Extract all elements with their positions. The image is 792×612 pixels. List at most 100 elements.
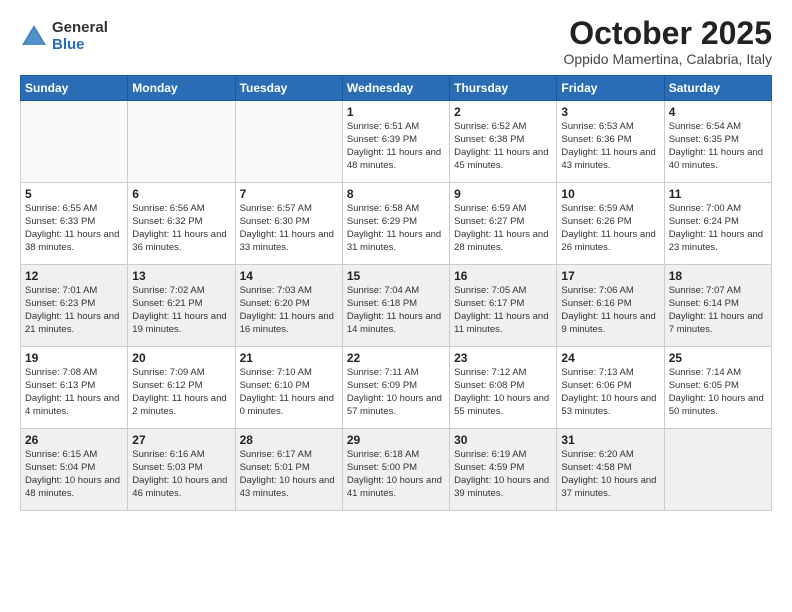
day-number: 28 [240, 433, 338, 447]
header-row: SundayMondayTuesdayWednesdayThursdayFrid… [21, 76, 772, 101]
day-info: Sunrise: 6:56 AM Sunset: 6:32 PM Dayligh… [132, 203, 230, 254]
day-info: Sunrise: 7:01 AM Sunset: 6:23 PM Dayligh… [25, 285, 123, 336]
day-info: Sunrise: 6:57 AM Sunset: 6:30 PM Dayligh… [240, 203, 338, 254]
day-info: Sunrise: 6:54 AM Sunset: 6:35 PM Dayligh… [669, 121, 767, 172]
day-info: Sunrise: 7:13 AM Sunset: 6:06 PM Dayligh… [561, 367, 659, 418]
day-cell: 14 Sunrise: 7:03 AM Sunset: 6:20 PM Dayli… [235, 265, 342, 347]
header-cell-saturday: Saturday [664, 76, 771, 101]
day-number: 26 [25, 433, 123, 447]
day-number: 2 [454, 105, 552, 119]
day-number: 23 [454, 351, 552, 365]
day-cell: 16Sunrise: 7:05 AM Sunset: 6:17 PM Dayli… [450, 265, 557, 347]
day-cell: 30 Sunrise: 6:19 AM Sunset: 4:59 PM Dayli… [450, 429, 557, 511]
day-info: Sunrise: 6:59 AM Sunset: 6:27 PM Dayligh… [454, 203, 552, 254]
day-cell: 6 Sunrise: 6:56 AM Sunset: 6:32 PM Daylig… [128, 183, 235, 265]
day-cell [664, 429, 771, 511]
logo-icon [20, 23, 48, 51]
day-number: 31 [561, 433, 659, 447]
day-info: Sunrise: 6:17 AM Sunset: 5:01 PM Dayligh… [240, 449, 338, 500]
day-info: Sunrise: 6:59 AM Sunset: 6:26 PM Dayligh… [561, 203, 659, 254]
day-cell: 23 Sunrise: 7:12 AM Sunset: 6:08 PM Dayli… [450, 347, 557, 429]
day-number: 16 [454, 269, 552, 283]
day-info: Sunrise: 6:15 AM Sunset: 5:04 PM Dayligh… [25, 449, 123, 500]
day-number: 6 [132, 187, 230, 201]
day-cell: 28 Sunrise: 6:17 AM Sunset: 5:01 PM Dayli… [235, 429, 342, 511]
day-number: 12 [25, 269, 123, 283]
day-cell: 1Sunrise: 6:51 AM Sunset: 6:39 PM Daylig… [342, 101, 449, 183]
day-number: 5 [25, 187, 123, 201]
day-number: 13 [132, 269, 230, 283]
logo: General Blue [20, 20, 108, 53]
week-row-4: 19 Sunrise: 7:08 AM Sunset: 6:13 PM Dayli… [21, 347, 772, 429]
day-number: 7 [240, 187, 338, 201]
day-info: Sunrise: 7:08 AM Sunset: 6:13 PM Dayligh… [25, 367, 123, 418]
day-info: Sunrise: 7:03 AM Sunset: 6:20 PM Dayligh… [240, 285, 338, 336]
day-info: Sunrise: 6:19 AM Sunset: 4:59 PM Dayligh… [454, 449, 552, 500]
day-cell [21, 101, 128, 183]
header: General Blue October 2025 Oppido Mamerti… [20, 16, 772, 67]
day-cell: 24 Sunrise: 7:13 AM Sunset: 6:06 PM Dayli… [557, 347, 664, 429]
logo-text: General Blue [52, 20, 108, 53]
calendar-body: 1Sunrise: 6:51 AM Sunset: 6:39 PM Daylig… [21, 101, 772, 511]
day-info: Sunrise: 7:06 AM Sunset: 6:16 PM Dayligh… [561, 285, 659, 336]
day-cell: 31 Sunrise: 6:20 AM Sunset: 4:58 PM Dayli… [557, 429, 664, 511]
header-cell-sunday: Sunday [21, 76, 128, 101]
day-number: 14 [240, 269, 338, 283]
day-cell: 4 Sunrise: 6:54 AM Sunset: 6:35 PM Daylig… [664, 101, 771, 183]
week-row-3: 12 Sunrise: 7:01 AM Sunset: 6:23 PM Dayli… [21, 265, 772, 347]
day-number: 11 [669, 187, 767, 201]
day-cell: 26 Sunrise: 6:15 AM Sunset: 5:04 PM Dayli… [21, 429, 128, 511]
day-number: 30 [454, 433, 552, 447]
day-info: Sunrise: 6:53 AM Sunset: 6:36 PM Dayligh… [561, 121, 659, 172]
calendar-header: SundayMondayTuesdayWednesdayThursdayFrid… [21, 76, 772, 101]
day-cell: 2 Sunrise: 6:52 AM Sunset: 6:38 PM Daylig… [450, 101, 557, 183]
day-info: Sunrise: 6:52 AM Sunset: 6:38 PM Dayligh… [454, 121, 552, 172]
day-info: Sunrise: 7:07 AM Sunset: 6:14 PM Dayligh… [669, 285, 767, 336]
calendar-table: SundayMondayTuesdayWednesdayThursdayFrid… [20, 75, 772, 511]
day-number: 1 [347, 105, 445, 119]
day-cell: 5 Sunrise: 6:55 AM Sunset: 6:33 PM Daylig… [21, 183, 128, 265]
day-cell: 15 Sunrise: 7:04 AM Sunset: 6:18 PM Dayli… [342, 265, 449, 347]
day-cell: 9Sunrise: 6:59 AM Sunset: 6:27 PM Daylig… [450, 183, 557, 265]
day-info: Sunrise: 7:10 AM Sunset: 6:10 PM Dayligh… [240, 367, 338, 418]
day-info: Sunrise: 7:14 AM Sunset: 6:05 PM Dayligh… [669, 367, 767, 418]
day-info: Sunrise: 7:09 AM Sunset: 6:12 PM Dayligh… [132, 367, 230, 418]
day-number: 29 [347, 433, 445, 447]
day-cell: 19 Sunrise: 7:08 AM Sunset: 6:13 PM Dayli… [21, 347, 128, 429]
day-info: Sunrise: 7:11 AM Sunset: 6:09 PM Dayligh… [347, 367, 445, 418]
day-cell: 3 Sunrise: 6:53 AM Sunset: 6:36 PM Daylig… [557, 101, 664, 183]
day-cell: 12 Sunrise: 7:01 AM Sunset: 6:23 PM Dayli… [21, 265, 128, 347]
day-number: 24 [561, 351, 659, 365]
day-info: Sunrise: 6:16 AM Sunset: 5:03 PM Dayligh… [132, 449, 230, 500]
day-info: Sunrise: 6:20 AM Sunset: 4:58 PM Dayligh… [561, 449, 659, 500]
day-info: Sunrise: 7:04 AM Sunset: 6:18 PM Dayligh… [347, 285, 445, 336]
day-cell: 22Sunrise: 7:11 AM Sunset: 6:09 PM Dayli… [342, 347, 449, 429]
day-cell [128, 101, 235, 183]
header-cell-monday: Monday [128, 76, 235, 101]
day-number: 4 [669, 105, 767, 119]
day-cell: 13 Sunrise: 7:02 AM Sunset: 6:21 PM Dayli… [128, 265, 235, 347]
day-number: 21 [240, 351, 338, 365]
day-number: 25 [669, 351, 767, 365]
header-cell-thursday: Thursday [450, 76, 557, 101]
day-number: 10 [561, 187, 659, 201]
day-info: Sunrise: 6:55 AM Sunset: 6:33 PM Dayligh… [25, 203, 123, 254]
day-cell: 7 Sunrise: 6:57 AM Sunset: 6:30 PM Daylig… [235, 183, 342, 265]
day-info: Sunrise: 7:02 AM Sunset: 6:21 PM Dayligh… [132, 285, 230, 336]
day-number: 27 [132, 433, 230, 447]
day-number: 17 [561, 269, 659, 283]
day-cell: 10 Sunrise: 6:59 AM Sunset: 6:26 PM Dayli… [557, 183, 664, 265]
day-number: 8 [347, 187, 445, 201]
day-number: 18 [669, 269, 767, 283]
week-row-5: 26 Sunrise: 6:15 AM Sunset: 5:04 PM Dayli… [21, 429, 772, 511]
day-cell: 20 Sunrise: 7:09 AM Sunset: 6:12 PM Dayli… [128, 347, 235, 429]
day-cell: 17 Sunrise: 7:06 AM Sunset: 6:16 PM Dayli… [557, 265, 664, 347]
month-title: October 2025 [563, 16, 772, 51]
day-number: 19 [25, 351, 123, 365]
day-number: 15 [347, 269, 445, 283]
day-number: 20 [132, 351, 230, 365]
title-area: October 2025 Oppido Mamertina, Calabria,… [563, 16, 772, 67]
day-info: Sunrise: 6:18 AM Sunset: 5:00 PM Dayligh… [347, 449, 445, 500]
day-info: Sunrise: 7:12 AM Sunset: 6:08 PM Dayligh… [454, 367, 552, 418]
day-number: 3 [561, 105, 659, 119]
